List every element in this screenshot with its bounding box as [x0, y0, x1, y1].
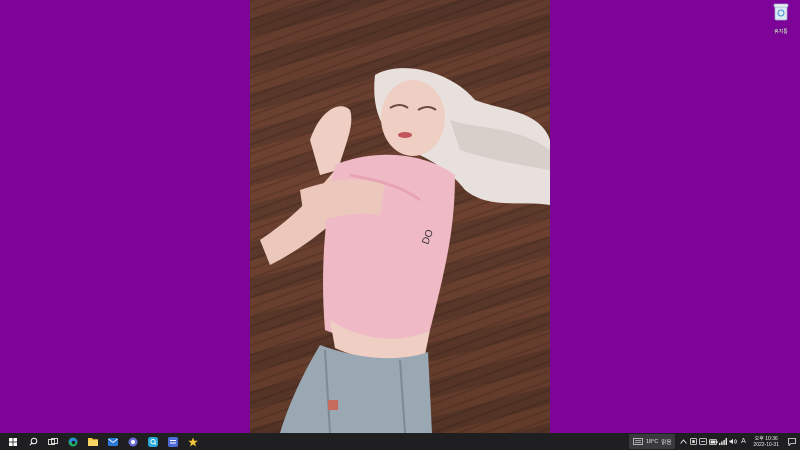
file-explorer-icon [88, 438, 98, 446]
taskbar-pinned-apps [0, 433, 203, 450]
battery-button[interactable] [708, 433, 718, 450]
tray-app-button[interactable] [688, 433, 698, 450]
recycle-bin-label: 휴지통 [774, 29, 788, 35]
recycle-bin-icon [773, 3, 789, 21]
mail-button[interactable] [103, 433, 123, 450]
chat-app-icon [128, 437, 138, 446]
show-hidden-icons-button[interactable] [678, 433, 688, 450]
search-app-icon [148, 436, 158, 447]
tray-app-icon-2 [699, 438, 708, 445]
notification-center-button[interactable] [784, 433, 800, 450]
clock-date: 2022-10-31 [753, 441, 779, 448]
search-button[interactable] [23, 433, 43, 450]
chevron-up-icon [680, 439, 687, 444]
start-button[interactable] [3, 433, 23, 450]
network-button[interactable] [718, 433, 728, 450]
tray-app-icon [690, 438, 697, 445]
task-view-icon [48, 437, 58, 445]
tray-app-button-2[interactable] [698, 433, 708, 450]
recycle-bin-shortcut[interactable]: 휴지통 [768, 3, 794, 35]
search-icon [28, 437, 37, 446]
ime-indicator: A [741, 438, 746, 445]
calendar-app-button[interactable] [163, 433, 183, 450]
weather-widget[interactable]: 18°C 맑음 [629, 434, 676, 449]
start-icon [9, 437, 17, 446]
calendar-app-icon [168, 436, 178, 447]
weather-temperature: 18°C [646, 438, 659, 445]
wallpaper-photo: DO [250, 0, 550, 433]
edge-button[interactable] [63, 433, 83, 450]
battery-icon [709, 438, 718, 445]
edge-icon [68, 437, 78, 446]
weather-icon [633, 438, 643, 445]
star-app-button[interactable] [183, 433, 203, 450]
file-explorer-button[interactable] [83, 433, 103, 450]
wifi-icon [719, 438, 728, 445]
desktop: DO 휴지통 [0, 0, 800, 433]
clock[interactable]: 오후 10:36 2022-10-31 [748, 433, 784, 450]
mail-icon [108, 437, 118, 446]
star-app-icon [188, 437, 198, 446]
wallpaper-illustration: DO [260, 68, 550, 433]
task-view-button[interactable] [43, 433, 63, 450]
taskbar: 18°C 맑음 A 오후 10:36 2022-10-31 [0, 433, 800, 450]
weather-condition: 맑음 [661, 439, 672, 446]
system-tray: 18°C 맑음 A 오후 10:36 2022-10-31 [629, 433, 800, 450]
volume-button[interactable] [728, 433, 738, 450]
chat-app-button[interactable] [123, 433, 143, 450]
volume-icon [729, 438, 738, 445]
ime-button[interactable]: A [738, 433, 748, 450]
notification-icon [788, 437, 796, 446]
search-app-button[interactable] [143, 433, 163, 450]
